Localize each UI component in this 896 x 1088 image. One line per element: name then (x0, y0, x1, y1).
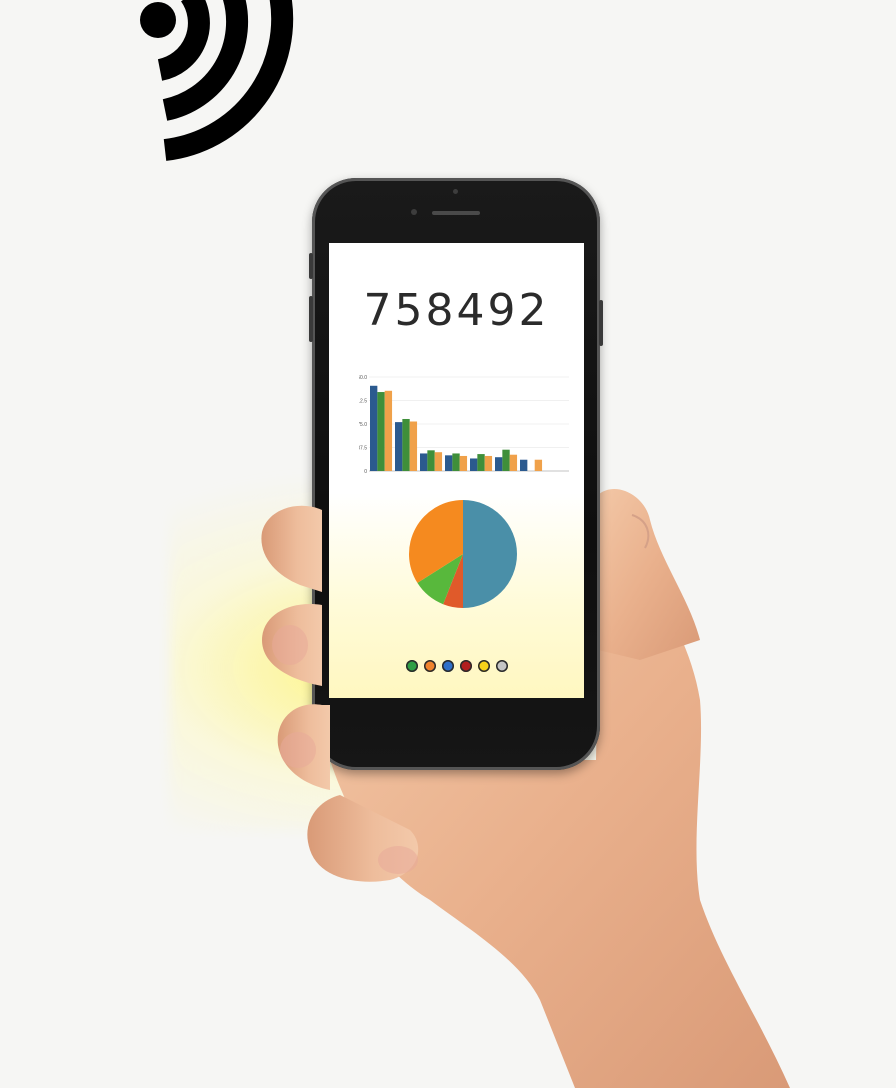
fingers (261, 505, 650, 882)
